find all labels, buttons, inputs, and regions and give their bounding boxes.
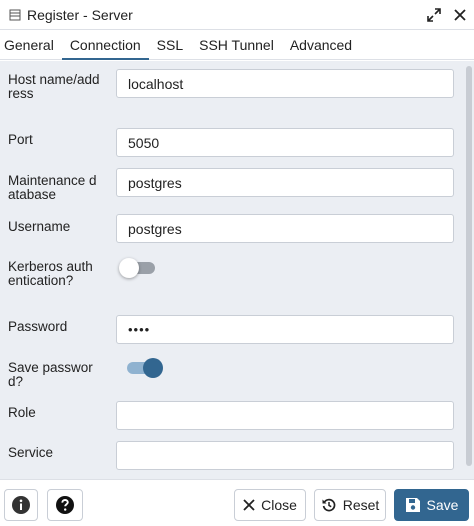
password-label: Password [8,319,68,334]
save-password-toggle[interactable] [125,357,163,379]
tab-bar: General Connection SSL SSH Tunnel Advanc… [0,30,474,60]
dialog-footer: Close Reset Save [0,479,474,526]
port-field[interactable]: 5050 [116,128,454,157]
host-label: Host name/address [8,72,100,101]
password-field[interactable]: •••• [116,315,454,344]
maximize-icon[interactable] [426,7,442,23]
close-button-label: Close [261,497,297,513]
toggle-knob [143,358,163,378]
help-button[interactable] [47,489,83,521]
reset-button[interactable]: Reset [314,489,386,521]
reset-icon [321,497,337,513]
close-button[interactable]: Close [234,489,306,521]
port-label: Port [8,132,33,147]
tab-ssl[interactable]: SSL [149,30,191,59]
role-label: Role [8,405,36,420]
kerberos-label: Kerberos authentication? [8,259,93,288]
scrollbar[interactable] [466,66,472,466]
username-field[interactable]: postgres [116,214,454,243]
toggle-knob [119,258,139,278]
tab-general[interactable]: General [0,30,62,59]
help-icon [55,495,75,515]
tab-ssh-tunnel[interactable]: SSH Tunnel [191,30,282,59]
info-icon [11,495,31,515]
service-field[interactable] [116,441,454,470]
close-icon [243,499,255,511]
maintenance-db-field[interactable]: postgres [116,168,454,197]
host-field[interactable]: localhost [116,69,454,98]
window-title: Register - Server [27,6,133,23]
username-label: Username [8,219,71,234]
info-button[interactable] [4,489,38,521]
kerberos-toggle[interactable] [119,257,157,279]
save-button-label: Save [426,497,459,513]
title-bar: Register - Server [0,0,474,30]
tab-connection[interactable]: Connection [61,30,149,60]
maintenance-db-label: Maintenance database [8,173,97,202]
tab-advanced[interactable]: Advanced [282,30,360,59]
server-icon [8,8,22,22]
role-field[interactable] [116,401,454,430]
save-password-label: Save password? [8,360,93,389]
close-icon[interactable] [452,7,468,23]
floppy-disk-icon [405,497,421,513]
reset-button-label: Reset [342,497,380,513]
save-button[interactable]: Save [394,489,469,521]
connection-form: Host name/address localhost Port 5050 Ma… [0,61,474,479]
service-label: Service [8,445,54,460]
